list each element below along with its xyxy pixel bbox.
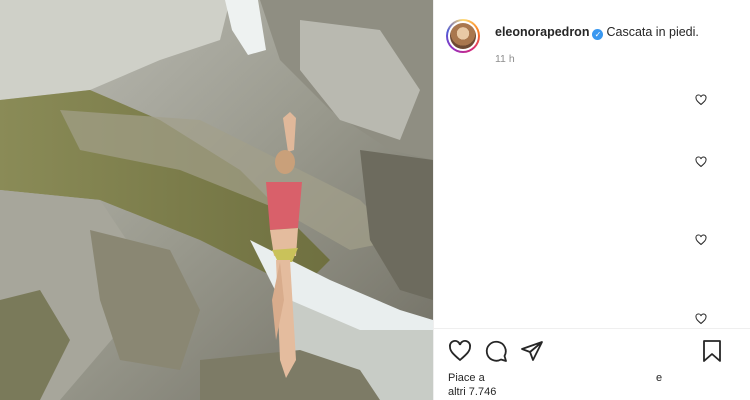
avatar[interactable] bbox=[446, 19, 480, 53]
likes-conjunction: e bbox=[656, 372, 663, 384]
save-bookmark-icon[interactable] bbox=[700, 339, 724, 363]
likes-text-line1: Piace a bbox=[448, 372, 485, 384]
avatar-image bbox=[450, 23, 476, 49]
post-timestamp[interactable]: 11 h bbox=[495, 53, 515, 65]
post-side-panel: eleonorapedron ✓ Cascata in piedi. 11 h Pi… bbox=[434, 0, 750, 400]
comment-like-heart-icon[interactable] bbox=[695, 234, 707, 246]
share-paper-plane-icon[interactable] bbox=[520, 339, 544, 363]
comment-like-heart-icon[interactable] bbox=[695, 313, 707, 325]
post-photo[interactable] bbox=[0, 0, 433, 400]
like-heart-icon[interactable] bbox=[448, 339, 472, 363]
post-caption: eleonorapedron ✓ Cascata in piedi. bbox=[495, 25, 699, 40]
verified-badge-icon: ✓ bbox=[592, 29, 604, 40]
comment-like-heart-icon[interactable] bbox=[695, 156, 707, 168]
username-link[interactable]: eleonorapedron bbox=[495, 25, 589, 39]
comment-bubble-icon[interactable] bbox=[484, 339, 508, 363]
actions-divider bbox=[434, 328, 750, 329]
caption-text: Cascata in piedi. bbox=[606, 25, 699, 39]
likes-count-link[interactable]: altri 7.746 bbox=[448, 386, 496, 398]
waterfall-photo-image bbox=[0, 0, 433, 400]
comment-like-heart-icon[interactable] bbox=[695, 94, 707, 106]
